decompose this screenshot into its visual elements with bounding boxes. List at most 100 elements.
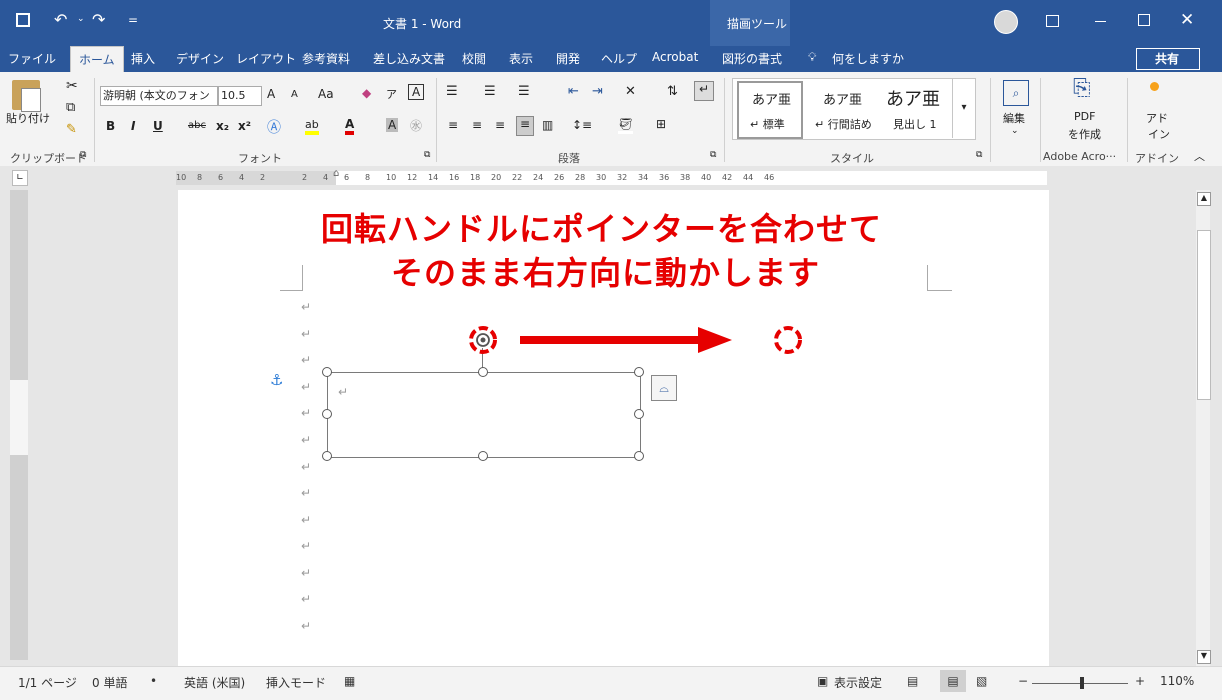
char-border-icon[interactable]: A [408, 84, 425, 100]
font-name-combo[interactable]: 游明朝 (本文のフォン [100, 86, 218, 106]
collapse-ribbon-icon[interactable]: ︿ [1194, 148, 1205, 164]
zoom-level[interactable]: 110% [1160, 674, 1194, 688]
lightbulb-icon[interactable]: 💡︎ [808, 50, 816, 65]
resize-handle-e[interactable] [634, 409, 644, 419]
redo-icon[interactable]: ↷ [92, 10, 105, 29]
editing-dropdown-icon[interactable]: ⌄ [1011, 126, 1019, 136]
format-painter-icon[interactable]: ✎ [66, 122, 77, 137]
close-icon[interactable]: ✕ [1180, 10, 1194, 30]
align-center-icon[interactable]: ≡ [472, 118, 482, 132]
text-effects-icon[interactable]: Ⓐ [267, 117, 281, 137]
italic-button[interactable]: I [131, 119, 135, 133]
font-size-combo[interactable]: 10.5 [218, 86, 262, 106]
bullets-icon[interactable]: ☰ [446, 84, 458, 99]
tab-shape-format[interactable]: 図形の書式 [722, 50, 782, 67]
show-marks-icon[interactable]: ↵ [694, 81, 714, 101]
create-pdf-label[interactable]: PDF [1074, 110, 1095, 123]
distribute-icon[interactable]: ▥ [542, 118, 553, 132]
vertical-scrollbar[interactable]: ▲ ▼ [1196, 190, 1211, 666]
addin-label-2[interactable]: イン [1148, 126, 1170, 142]
styles-launcher-icon[interactable]: ⧉ [976, 150, 982, 160]
enclosed-char-icon[interactable]: ㊌ [410, 117, 422, 134]
layout-options-button[interactable]: ⌓ [651, 375, 677, 401]
scroll-thumb[interactable] [1197, 230, 1211, 400]
indent-marker[interactable]: ⌂ [333, 168, 339, 179]
rotation-handle[interactable] [467, 324, 499, 356]
undo-icon[interactable]: ↶ [54, 10, 67, 29]
display-settings-icon[interactable]: ▣ [817, 674, 828, 688]
multilevel-list-icon[interactable]: ☰ [518, 84, 530, 99]
highlight-icon[interactable]: ab [305, 118, 319, 135]
copy-icon[interactable]: ⧉ [66, 100, 75, 115]
paste-icon[interactable] [12, 80, 41, 112]
zoom-in-button[interactable]: + [1135, 674, 1145, 688]
decrease-indent-icon[interactable]: ⇤ [568, 84, 579, 99]
addin-icon[interactable] [1150, 82, 1159, 91]
zoom-slider-thumb[interactable] [1080, 677, 1084, 689]
tab-acrobat[interactable]: Acrobat [652, 50, 698, 64]
align-left-icon[interactable]: ≡ [448, 118, 458, 132]
change-case-button[interactable]: Aa [318, 87, 334, 101]
undo-dropdown-icon[interactable]: ⌄ [77, 14, 85, 24]
strikethrough-button[interactable]: abc [188, 120, 206, 131]
resize-handle-w[interactable] [322, 409, 332, 419]
tab-design[interactable]: デザイン [176, 50, 224, 67]
tab-file[interactable]: ファイル [8, 50, 56, 67]
word-count[interactable]: 0 単語 [92, 674, 127, 691]
clear-format-icon[interactable]: ◆ [362, 86, 371, 100]
justify-icon[interactable]: ≡ [516, 116, 534, 136]
style-heading1-sample[interactable]: あア亜 [886, 85, 940, 111]
bold-button[interactable]: B [106, 119, 115, 133]
resize-handle-nw[interactable] [322, 367, 332, 377]
save-icon[interactable] [16, 13, 30, 27]
scroll-up-arrow[interactable]: ▲ [1197, 192, 1211, 206]
borders-icon[interactable]: ⊞ [656, 117, 666, 131]
insert-mode-status[interactable]: 挿入モード [266, 674, 326, 691]
tell-me-input[interactable]: 何をしますか [832, 50, 904, 67]
document-page[interactable]: 回転ハンドルにポインターを合わせて そのまま右方向に動かします ↵ ↵ ↵ ↵ … [178, 190, 1049, 666]
asian-layout-icon[interactable]: ✕ [625, 84, 636, 99]
increase-indent-icon[interactable]: ⇥ [592, 84, 603, 99]
web-layout-icon[interactable]: ▧ [976, 674, 987, 688]
style-nospacing-sample[interactable]: あア亜 [823, 89, 862, 108]
qat-customize[interactable]: = [128, 13, 138, 27]
align-right-icon[interactable]: ≡ [495, 118, 505, 132]
resize-handle-s[interactable] [478, 451, 488, 461]
minimize-icon[interactable] [1095, 21, 1106, 22]
clipboard-launcher-icon[interactable]: ⧉ [80, 150, 86, 160]
page-count[interactable]: 1/1 ページ [18, 674, 77, 691]
char-shading-icon[interactable]: A [386, 118, 399, 132]
tab-view[interactable]: 表示 [509, 50, 533, 67]
shrink-font-button[interactable]: A [291, 89, 298, 100]
paste-label[interactable]: 貼り付け [6, 110, 50, 126]
cut-icon[interactable]: ✂ [66, 78, 78, 94]
read-mode-icon[interactable]: ▤ [907, 674, 918, 688]
account-avatar[interactable] [994, 10, 1018, 34]
language-status[interactable]: 英語 (米国) [184, 674, 245, 691]
print-layout-icon[interactable]: ▤ [940, 670, 966, 692]
phonetic-guide-icon[interactable]: ア [386, 86, 397, 102]
resize-handle-se[interactable] [634, 451, 644, 461]
tab-home[interactable]: ホーム [70, 46, 124, 73]
zoom-out-button[interactable]: − [1018, 674, 1028, 688]
font-launcher-icon[interactable]: ⧉ [424, 150, 430, 160]
resize-handle-sw[interactable] [322, 451, 332, 461]
numbering-icon[interactable]: ☰ [484, 84, 496, 99]
paragraph-launcher-icon[interactable]: ⧉ [710, 150, 716, 160]
superscript-icon[interactable]: x² [238, 119, 251, 133]
styles-more-button[interactable]: ▾ [952, 78, 975, 138]
create-pdf-label-2[interactable]: を作成 [1068, 126, 1101, 142]
maximize-icon[interactable] [1138, 14, 1150, 26]
scroll-down-arrow[interactable]: ▼ [1197, 650, 1211, 664]
tab-developer[interactable]: 開発 [556, 50, 580, 67]
addin-label[interactable]: アド [1146, 110, 1168, 126]
tab-mailings[interactable]: 差し込み文書 [373, 50, 445, 67]
display-settings-label[interactable]: 表示設定 [834, 674, 882, 691]
pdf-icon[interactable]: ⎘ [1073, 76, 1091, 101]
underline-button[interactable]: U [153, 119, 163, 133]
search-icon[interactable]: ⌕ [1003, 80, 1029, 106]
tab-selector[interactable]: ∟ [12, 170, 28, 186]
selected-shape[interactable] [327, 372, 641, 458]
macro-record-icon[interactable]: ▦ [344, 674, 355, 688]
subscript-icon[interactable]: x₂ [216, 119, 229, 133]
